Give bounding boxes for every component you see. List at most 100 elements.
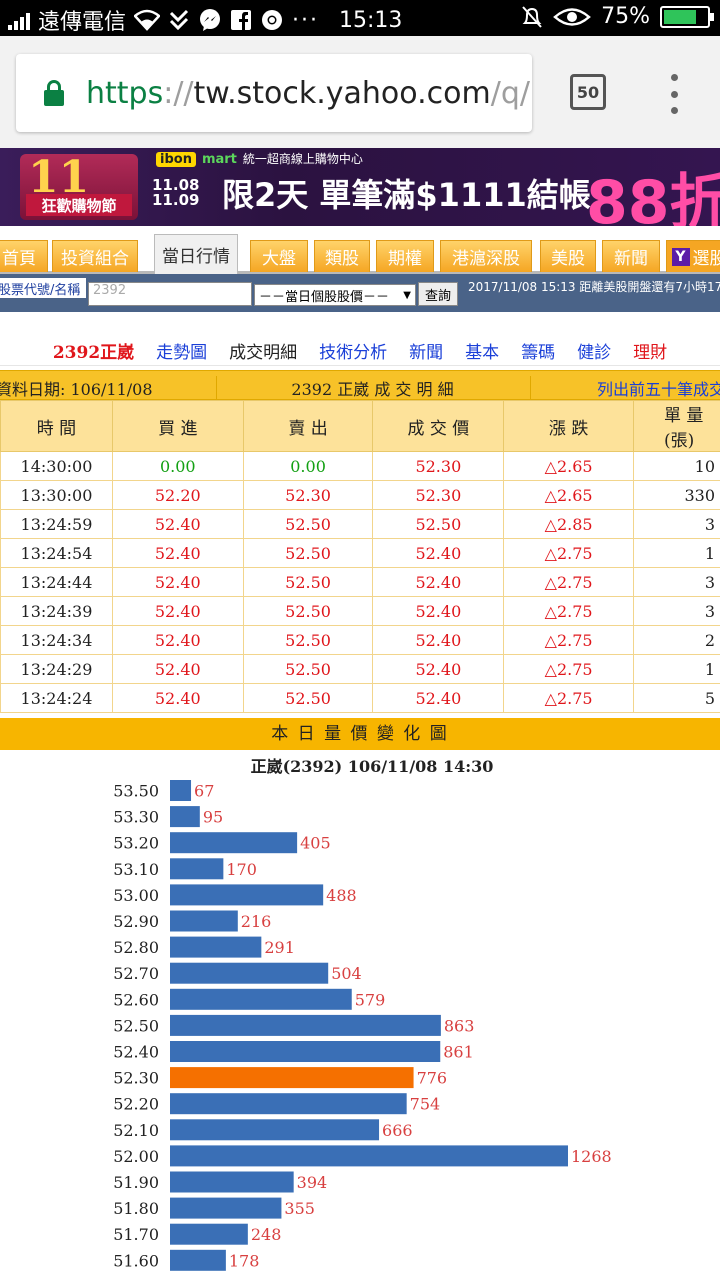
chart-price-label: 52.40 [113,1043,159,1062]
cell-time: 13:24:54 [0,538,113,568]
subnav-chips[interactable]: 籌碼 [521,338,555,365]
clock: 15:13 [339,7,403,33]
cell-change: △2.75 [503,538,635,568]
cell-change: △2.75 [503,683,635,713]
query-button[interactable]: 查詢 [418,282,458,306]
trade-table-note: 列出前五十筆成交 [530,376,720,400]
stock-search-input[interactable]: 2392 [88,282,252,306]
cell-time: 14:30:00 [0,451,113,481]
stock-subnav: 2392正崴 走勢圖 成交明細 技術分析 新聞 基本 籌碼 健診 理財 [0,336,720,366]
chart-bar [170,1145,568,1167]
chart-price-label: 52.00 [113,1147,159,1166]
subnav-fundamentals[interactable]: 基本 [465,338,499,365]
col-bid: 買 進 [111,400,244,452]
chart-price-label: 52.10 [113,1121,159,1140]
chart-price-label: 52.60 [113,990,159,1009]
promo-banner[interactable]: 11 狂歡購物節 ibon mart 統一超商線上購物中心 11.08 11.09 … [0,148,720,226]
chart-bar [170,1014,441,1036]
subnav-trade-details[interactable]: 成交明細 [229,338,297,365]
banner-discount: 88折 [586,168,720,226]
cell-bid: 0.00 [111,451,244,481]
address-bar[interactable]: https://tw.stock.yahoo.com/q/ [16,54,532,132]
cell-change: △2.65 [503,451,635,481]
market-clock-info: 2017/11/08 15:13 距離美股開盤還有7小時17 [468,280,720,294]
cell-bid: 52.40 [111,567,244,597]
chart-title: 正崴(2392) 106/11/08 14:30 [250,757,494,776]
cell-time: 13:24:29 [0,654,113,684]
tab-stock-picker[interactable]: Y 選股 [666,240,720,272]
cell-volume: 10 [633,451,720,481]
chart-value-label: 67 [194,782,214,801]
trade-table-header: 資料日期: 106/11/08 2392 正崴 成 交 明 細 列出前五十筆成交 [0,370,720,400]
cell-ask: 52.50 [242,596,374,626]
chart-price-label: 53.00 [113,886,159,905]
battery-percent: 75% [601,4,650,29]
chart-value-label: 95 [203,808,223,827]
cell-change: △2.75 [503,567,635,597]
cell-volume: 5 [633,683,720,713]
menu-kebab-icon[interactable] [666,74,682,114]
subnav-news[interactable]: 新聞 [409,338,443,365]
chart-bar [170,806,200,828]
chart-price-label: 51.80 [113,1199,159,1218]
subnav-technical-analysis[interactable]: 技術分析 [319,338,387,365]
cell-ask: 52.50 [242,654,374,684]
col-time: 時 間 [0,400,113,452]
facebook-icon [230,9,252,31]
cell-time: 13:30:00 [0,480,113,510]
tab-home[interactable]: 首頁 [0,240,48,272]
chart-price-label: 52.50 [113,1016,159,1035]
tab-us-stocks[interactable]: 美股 [540,240,596,272]
chart-value-label: 248 [251,1225,282,1244]
chart-value-label: 863 [444,1016,475,1035]
chart-value-label: 666 [382,1121,413,1140]
tab-hk-shanghai-shenzhen[interactable]: 港滬深股 [440,240,532,272]
chart-value-label: 178 [229,1251,260,1270]
chart-price-label: 52.30 [113,1069,159,1088]
more-dots-icon: ··· [292,7,319,33]
cell-change: △2.75 [503,625,635,655]
eye-icon [553,6,591,28]
url-host: tw.stock.yahoo.com [193,75,491,111]
trade-table: 時 間 買 進 賣 出 成 交 價 漲 跌 單 量(張) 14:30:00 0.0… [0,400,720,713]
trade-table-columns: 時 間 買 進 賣 出 成 交 價 漲 跌 單 量(張) [0,400,720,452]
cell-volume: 3 [633,596,720,626]
col-price: 成 交 價 [372,400,505,452]
signal-icon [8,10,30,30]
cell-ask: 52.30 [242,480,374,510]
chart-price-label: 51.60 [113,1251,159,1270]
subnav-health-check[interactable]: 健診 [577,338,611,365]
subnav-wealth[interactable]: 理財 [633,338,667,365]
chart-bar [170,1119,380,1141]
cell-change: △2.65 [503,480,635,510]
chart-value-label: 216 [241,912,272,931]
cell-ask: 52.50 [242,625,374,655]
tab-news[interactable]: 新聞 [602,240,660,272]
tab-portfolio[interactable]: 投資組合 [52,240,138,272]
tab-sectors[interactable]: 類股 [314,240,370,272]
banner-ibon-line: ibon mart 統一超商線上購物中心 [156,150,363,168]
cell-change: △2.85 [503,509,635,539]
tab-daily-quotes[interactable]: 當日行情 [154,234,238,274]
table-row: 13:24:39 52.40 52.50 52.40 △2.75 3 [0,596,720,626]
subnav-stock-name[interactable]: 2392正崴 [53,338,134,365]
tab-market[interactable]: 大盤 [250,240,308,272]
trade-date: 資料日期: 106/11/08 [0,380,153,399]
chart-bar [170,936,262,958]
tab-futures-options[interactable]: 期權 [376,240,434,272]
tab-switcher-button[interactable]: 50 [570,74,606,110]
battery-icon [660,5,714,28]
chart-bar [170,1197,282,1219]
chart-price-label: 53.30 [113,808,159,827]
subnav-trend-chart[interactable]: 走勢圖 [156,338,207,365]
volume-price-chart: 53.50 67 53.30 95 53.20 405 53.10 170 53.00 488 52… [113,780,612,1271]
lock-icon [44,80,64,106]
cell-change: △2.75 [503,654,635,684]
search-label: 股票代號/名稱 [0,278,86,298]
notification-icon [168,9,190,31]
chart-price-label: 53.20 [113,834,159,853]
quote-type-select[interactable]: －－當日個股股價－－ ▼ [254,284,416,306]
col-ask: 賣 出 [242,400,374,452]
chart-bar [170,1067,414,1089]
chart-value-label: 170 [226,860,257,879]
